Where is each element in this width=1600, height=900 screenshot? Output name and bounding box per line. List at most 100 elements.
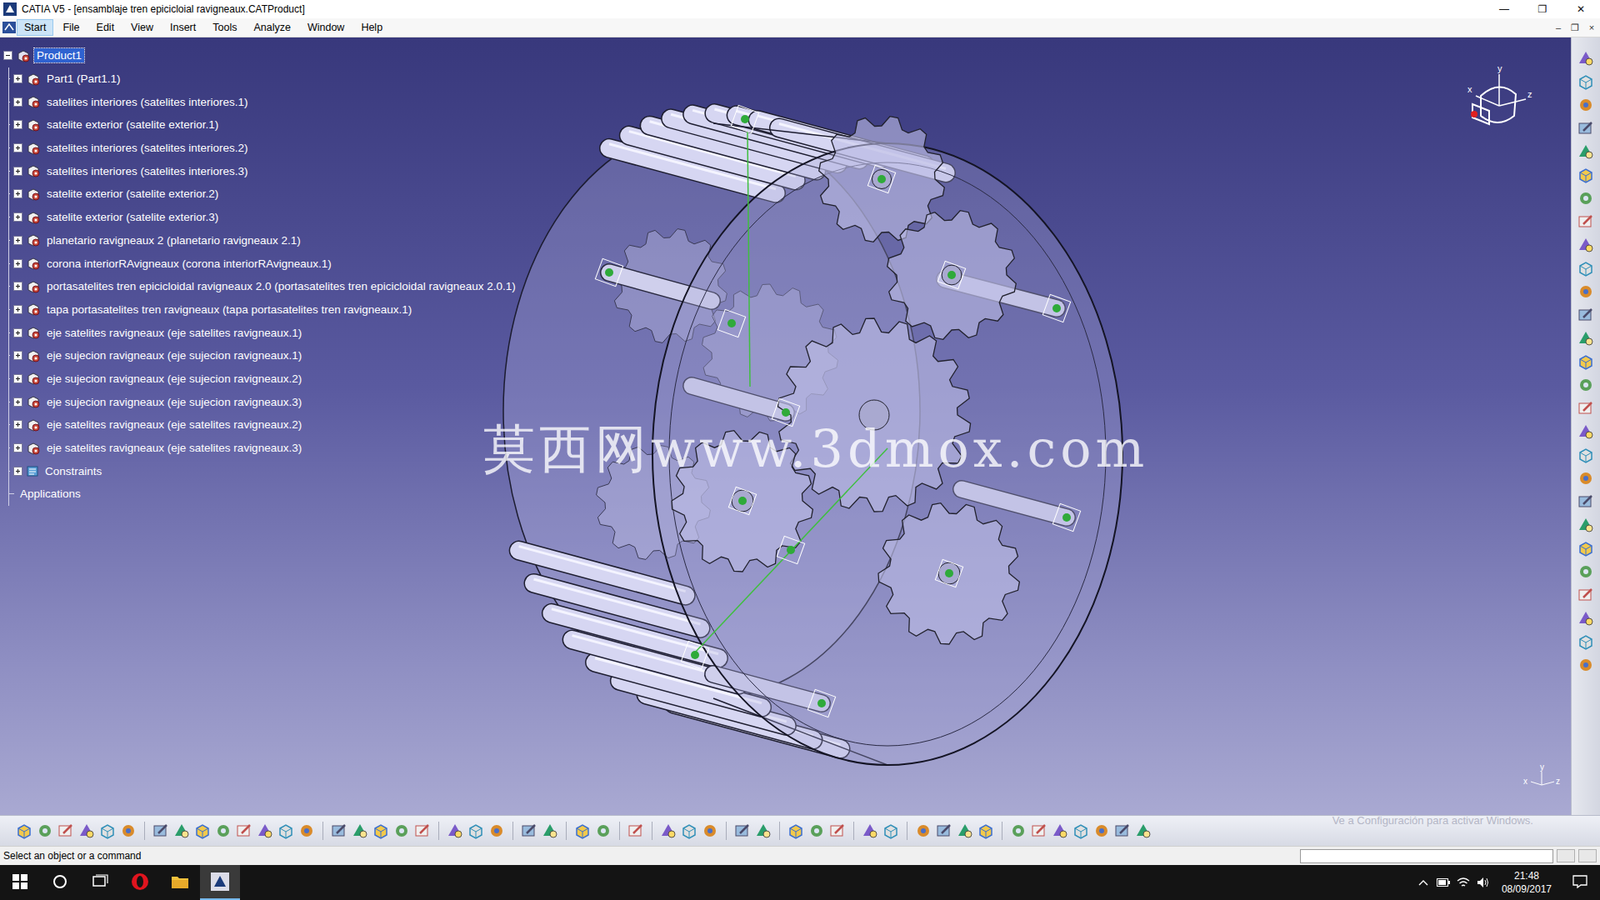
- tool-icon[interactable]: [860, 821, 880, 840]
- menu-item[interactable]: Edit: [89, 19, 123, 36]
- tool-icon[interactable]: [77, 821, 96, 840]
- tool-icon[interactable]: [1576, 72, 1595, 91]
- tool-icon[interactable]: [1576, 539, 1595, 558]
- tool-icon[interactable]: [935, 821, 954, 840]
- tree-label[interactable]: eje satelites ravigneaux (eje satelites …: [44, 417, 305, 432]
- window-control[interactable]: ❐: [1523, 0, 1562, 19]
- tree-item[interactable]: Part1 (Part1.1): [9, 67, 519, 91]
- tree-label[interactable]: eje satelites ravigneaux (eje satelites …: [44, 325, 305, 340]
- tree-label[interactable]: eje sujecion ravigneaux (eje sujecion ra…: [44, 395, 305, 410]
- tool-icon[interactable]: [1576, 142, 1595, 161]
- menu-item[interactable]: Tools: [205, 19, 245, 36]
- expander-icon[interactable]: [13, 212, 23, 222]
- explorer-button[interactable]: [160, 865, 200, 900]
- tool-icon[interactable]: [1576, 189, 1595, 208]
- windows-logo-icon[interactable]: [12, 874, 28, 890]
- tool-icon[interactable]: [573, 821, 592, 840]
- folder-icon[interactable]: [170, 873, 190, 890]
- expander-icon[interactable]: [13, 166, 23, 176]
- tool-icon[interactable]: [1576, 515, 1595, 535]
- tree-item[interactable]: tapa portasatelites tren ravigneaux (tap…: [9, 298, 519, 322]
- menu-item[interactable]: View: [123, 19, 161, 36]
- menu-item[interactable]: Start: [16, 19, 54, 36]
- expander-icon[interactable]: [13, 189, 23, 199]
- command-input[interactable]: [1300, 849, 1554, 864]
- tool-icon[interactable]: [1576, 562, 1595, 581]
- tree-label[interactable]: satelites interiores (satelites interior…: [44, 95, 251, 110]
- expander-icon[interactable]: [13, 305, 23, 315]
- tool-icon[interactable]: [371, 821, 390, 840]
- tool-icon[interactable]: [56, 821, 75, 840]
- expander-icon[interactable]: [13, 350, 23, 360]
- tool-icon[interactable]: [1134, 821, 1153, 840]
- tree-item[interactable]: portasatelites tren epicicloidal ravigne…: [9, 275, 519, 299]
- expander-icon[interactable]: [13, 235, 23, 245]
- tool-icon[interactable]: [1030, 821, 1049, 840]
- start-icon[interactable]: [1, 20, 17, 35]
- tool-icon[interactable]: [976, 821, 995, 840]
- menu-item[interactable]: Window: [300, 19, 352, 36]
- tree-item[interactable]: satelites interiores (satelites interior…: [9, 90, 519, 114]
- tool-icon[interactable]: [754, 821, 773, 840]
- notification-button[interactable]: [1560, 865, 1600, 900]
- tool-icon[interactable]: [1576, 585, 1595, 605]
- document-control[interactable]: ❐: [1566, 22, 1584, 34]
- tree-label[interactable]: satelites interiores (satelites interior…: [44, 164, 251, 179]
- tool-icon[interactable]: [1576, 49, 1595, 68]
- tool-icon[interactable]: [297, 821, 316, 840]
- search-button[interactable]: [40, 865, 80, 900]
- tool-icon[interactable]: [255, 821, 275, 840]
- tool-icon[interactable]: [1576, 609, 1595, 628]
- tool-icon[interactable]: [1576, 235, 1595, 255]
- search-circle-icon[interactable]: [52, 874, 68, 890]
- tool-icon[interactable]: [350, 821, 370, 840]
- window-control[interactable]: ✕: [1561, 0, 1600, 19]
- tree-label[interactable]: tapa portasatelites tren ravigneaux (tap…: [44, 302, 415, 317]
- expander-icon[interactable]: [13, 397, 23, 407]
- wifi-icon[interactable]: [1456, 876, 1470, 889]
- tree-label[interactable]: corona interiorRAvigneaux (corona interi…: [44, 256, 335, 271]
- catia-icon[interactable]: [210, 872, 230, 891]
- tool-icon[interactable]: [1576, 329, 1595, 348]
- tray-chevron[interactable]: [1413, 865, 1434, 900]
- tool-icon[interactable]: [1576, 632, 1595, 651]
- tool-icon[interactable]: [626, 821, 645, 840]
- tool-icon[interactable]: [1071, 821, 1090, 840]
- expander-icon[interactable]: [13, 443, 23, 453]
- tree-label[interactable]: Applications: [17, 486, 84, 501]
- battery-icon[interactable]: [1436, 878, 1450, 887]
- menu-item[interactable]: Help: [353, 19, 390, 36]
- tree-item[interactable]: corona interiorRAvigneaux (corona interi…: [9, 251, 519, 275]
- expander-icon[interactable]: [13, 143, 23, 153]
- tool-icon[interactable]: [214, 821, 233, 840]
- tool-icon[interactable]: [1009, 821, 1028, 840]
- tool-icon[interactable]: [786, 821, 805, 840]
- tool-icon[interactable]: [413, 821, 432, 840]
- document-control[interactable]: –: [1550, 22, 1567, 33]
- tool-icon[interactable]: [172, 821, 191, 840]
- tool-icon[interactable]: [1576, 212, 1595, 231]
- tool-icon[interactable]: [828, 821, 847, 840]
- expander-icon[interactable]: [3, 50, 13, 60]
- tool-icon[interactable]: [487, 821, 506, 840]
- opera-button[interactable]: [120, 865, 160, 900]
- tool-icon[interactable]: [659, 821, 678, 840]
- gear-assembly-model[interactable]: [495, 37, 1137, 770]
- tree-label[interactable]: Constraints: [42, 464, 105, 479]
- clock[interactable]: 21:4808/09/2017: [1493, 869, 1560, 896]
- menu-item[interactable]: Analyze: [245, 19, 298, 36]
- tool-icon[interactable]: [151, 821, 170, 840]
- tool-icon[interactable]: [733, 821, 752, 840]
- tool-icon[interactable]: [1050, 821, 1070, 840]
- tool-icon[interactable]: [881, 821, 900, 840]
- tool-icon[interactable]: [1576, 259, 1595, 278]
- tree-item[interactable]: eje sujecion ravigneaux (eje sujecion ra…: [9, 390, 519, 414]
- notification-icon[interactable]: [1572, 875, 1588, 889]
- expander-icon[interactable]: [13, 420, 23, 430]
- opera-icon[interactable]: [130, 872, 150, 891]
- tree-label[interactable]: Product1: [34, 48, 85, 63]
- tree-label[interactable]: eje sujecion ravigneaux (eje sujecion ra…: [44, 348, 305, 363]
- tool-icon[interactable]: [914, 821, 933, 840]
- tree-item[interactable]: eje sujecion ravigneaux (eje sujecion ra…: [9, 367, 519, 391]
- expander-icon[interactable]: [13, 120, 23, 130]
